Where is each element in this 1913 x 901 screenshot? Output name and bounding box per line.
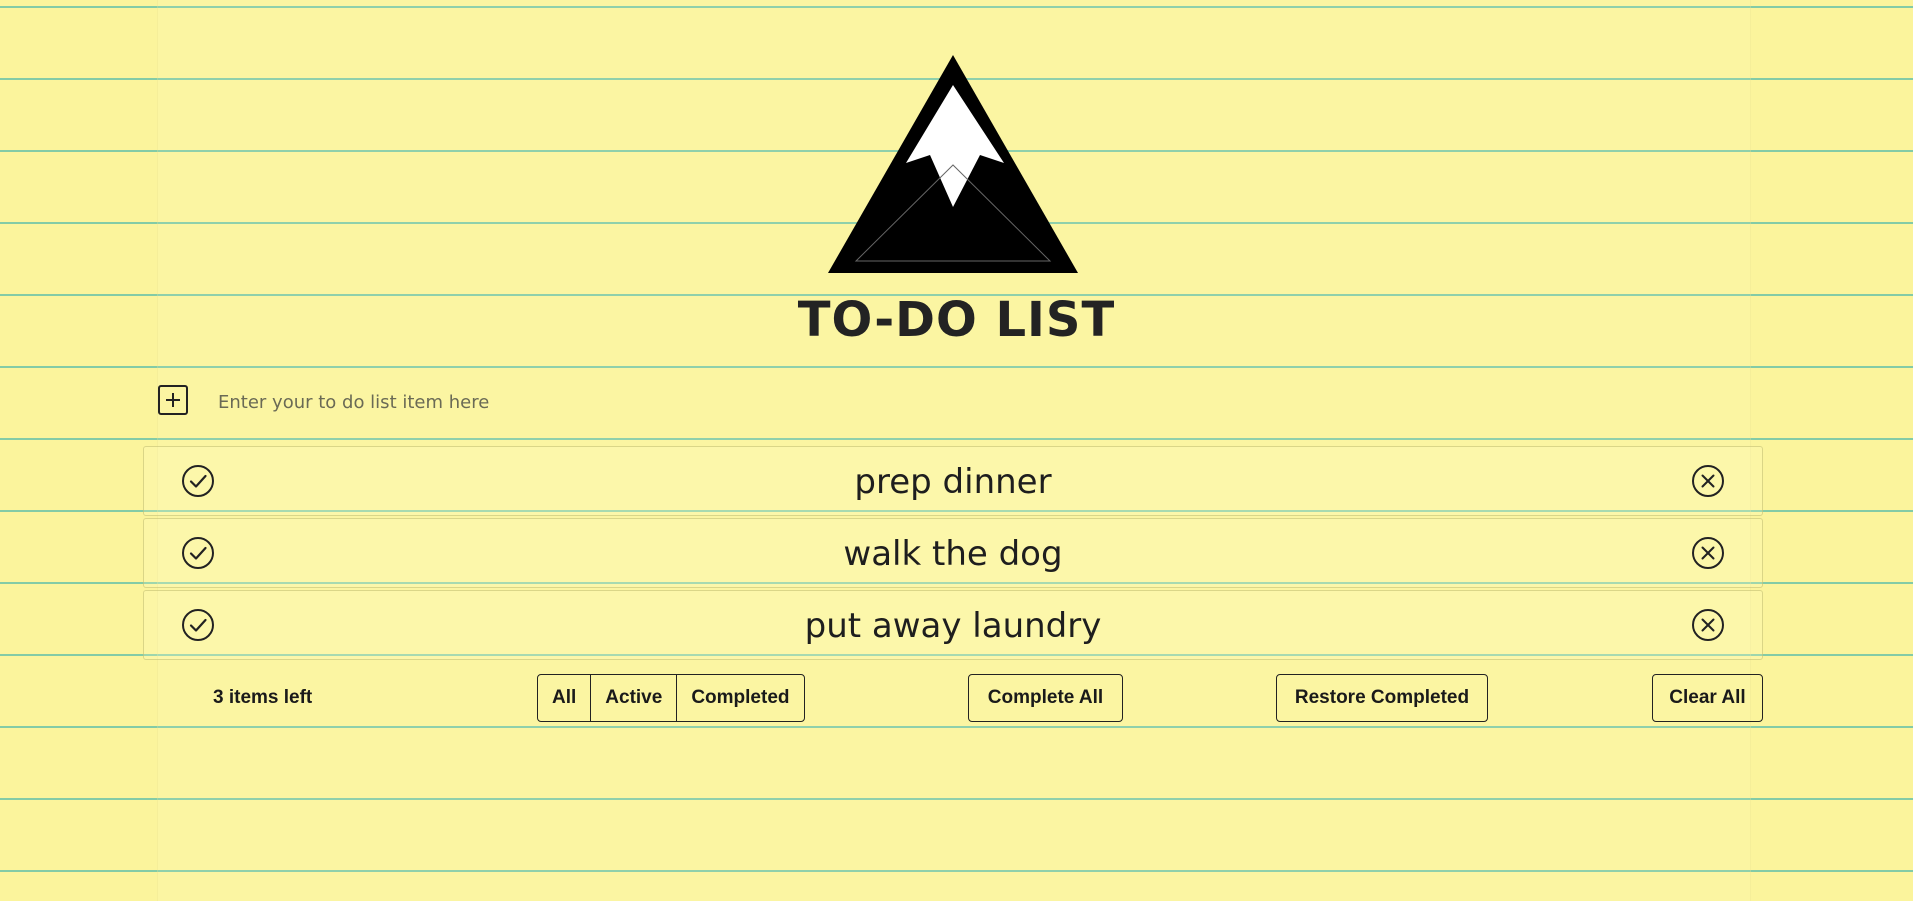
check-circle-icon	[182, 465, 214, 497]
todo-item: walk the dog	[143, 518, 1763, 588]
filter-button-group: All Active Completed	[537, 674, 805, 722]
todo-item-label: walk the dog	[843, 534, 1063, 574]
items-left-count: 3 items left	[213, 687, 313, 708]
check-circle-icon	[182, 609, 214, 641]
x-circle-icon	[1692, 465, 1724, 497]
remove-item-button[interactable]	[1691, 608, 1725, 642]
x-circle-icon	[1692, 609, 1724, 641]
complete-item-button[interactable]	[181, 464, 215, 498]
filter-completed-button[interactable]: Completed	[677, 675, 803, 721]
complete-item-button[interactable]	[181, 608, 215, 642]
new-item-input[interactable]	[218, 386, 1718, 418]
page-title: TO-DO LIST	[797, 292, 1116, 348]
plus-square-icon	[166, 393, 180, 407]
add-item-button[interactable]	[158, 385, 188, 415]
check-circle-icon	[182, 537, 214, 569]
x-circle-icon	[1692, 537, 1724, 569]
clear-all-button[interactable]: Clear All	[1652, 674, 1763, 722]
todo-list: prep dinner walk the dog put away laundr…	[143, 446, 1763, 662]
todo-item: put away laundry	[143, 590, 1763, 660]
todo-item-label: put away laundry	[804, 606, 1102, 646]
complete-item-button[interactable]	[181, 536, 215, 570]
todo-item: prep dinner	[143, 446, 1763, 516]
mountain-logo-icon	[828, 55, 1078, 275]
remove-item-button[interactable]	[1691, 536, 1725, 570]
restore-completed-button[interactable]: Restore Completed	[1276, 674, 1488, 722]
remove-item-button[interactable]	[1691, 464, 1725, 498]
filter-active-button[interactable]: Active	[591, 675, 678, 721]
todo-item-label: prep dinner	[854, 462, 1052, 502]
list-footer: 3 items left All Active Completed Comple…	[143, 674, 1763, 722]
complete-all-button[interactable]: Complete All	[968, 674, 1123, 722]
filter-all-button[interactable]: All	[538, 675, 592, 721]
